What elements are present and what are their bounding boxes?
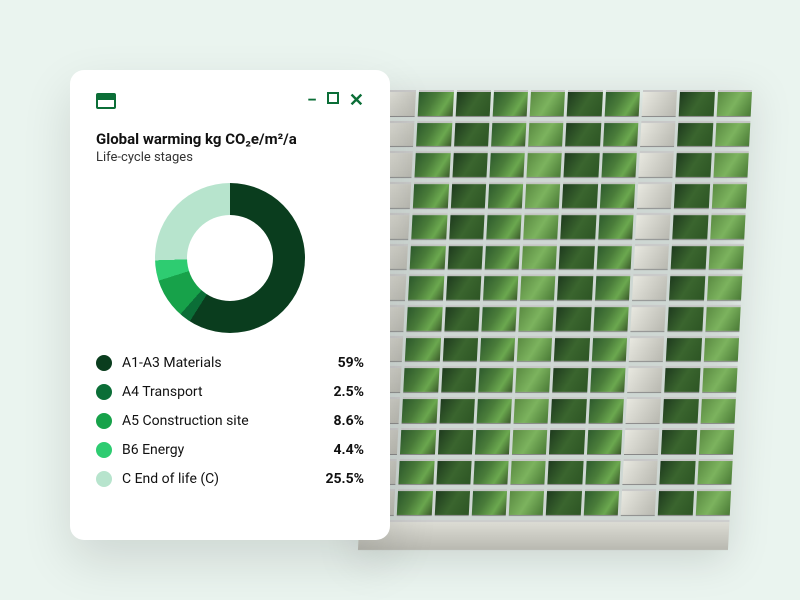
legend-value: 8.6% [334, 413, 364, 429]
maximize-button[interactable] [327, 92, 339, 104]
legend-label: A5 Construction site [122, 413, 324, 429]
legend-swatch [96, 355, 112, 371]
donut-chart-container [96, 183, 364, 333]
legend-row: C End of life (C) 25.5% [96, 471, 364, 487]
legend-value: 25.5% [325, 471, 364, 487]
lca-chart-card: − ✕ Global warming kg CO₂e/m²/a Life-cyc… [70, 70, 390, 540]
legend-value: 59% [338, 355, 364, 371]
legend-swatch [96, 471, 112, 487]
legend-value: 4.4% [334, 442, 364, 458]
minimize-button[interactable]: − [307, 92, 317, 110]
legend-row: A5 Construction site 8.6% [96, 413, 364, 429]
chart-subtitle: Life-cycle stages [96, 150, 364, 165]
close-button[interactable]: ✕ [349, 92, 364, 110]
window-icon [96, 93, 116, 109]
chart-legend: A1-A3 Materials 59% A4 Transport 2.5% A5 Con… [96, 355, 364, 487]
legend-row: A4 Transport 2.5% [96, 384, 364, 400]
donut-chart [155, 183, 305, 333]
legend-swatch [96, 413, 112, 429]
legend-label: C End of life (C) [122, 471, 315, 487]
legend-label: A4 Transport [122, 384, 324, 400]
window-titlebar: − ✕ [96, 92, 364, 110]
legend-label: B6 Energy [122, 442, 324, 458]
legend-value: 2.5% [334, 384, 364, 400]
window-controls: − ✕ [307, 92, 364, 110]
legend-swatch [96, 384, 112, 400]
legend-label: A1-A3 Materials [122, 355, 328, 371]
legend-row: A1-A3 Materials 59% [96, 355, 364, 371]
chart-title: Global warming kg CO₂e/m²/a [96, 130, 364, 148]
legend-row: B6 Energy 4.4% [96, 442, 364, 458]
building-image [358, 90, 752, 550]
legend-swatch [96, 442, 112, 458]
